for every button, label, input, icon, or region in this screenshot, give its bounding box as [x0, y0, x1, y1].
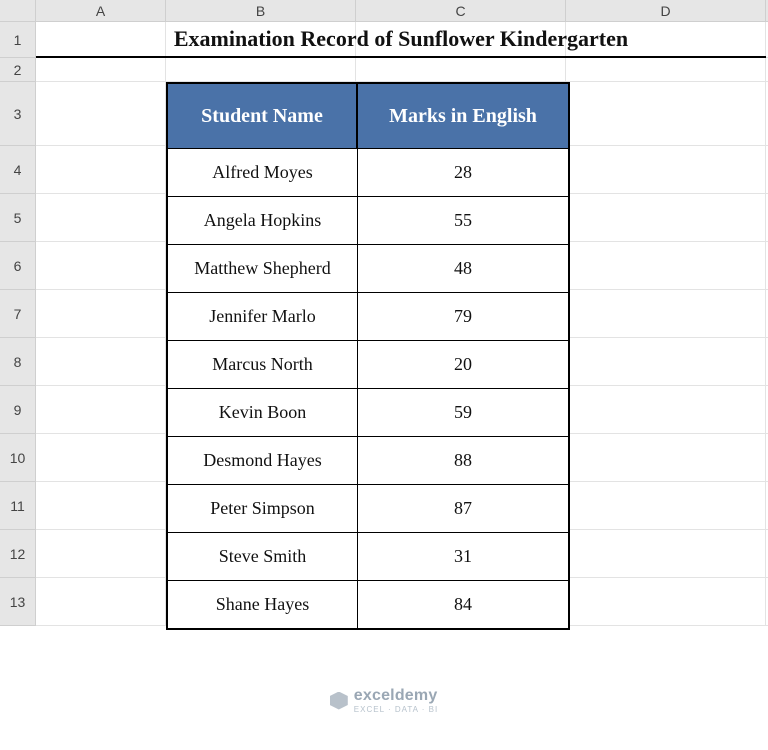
cell-student-name[interactable]: Shane Hayes: [168, 581, 358, 628]
table-row: Matthew Shepherd 48: [168, 244, 568, 292]
column-header-d[interactable]: D: [566, 0, 766, 21]
cell-student-name[interactable]: Steve Smith: [168, 533, 358, 580]
cell-marks[interactable]: 59: [358, 389, 568, 436]
cell-marks[interactable]: 48: [358, 245, 568, 292]
table-row: Kevin Boon 59: [168, 388, 568, 436]
cell-student-name[interactable]: Marcus North: [168, 341, 358, 388]
row-header-4[interactable]: 4: [0, 146, 35, 194]
table-row: Angela Hopkins 55: [168, 196, 568, 244]
table-row: Peter Simpson 87: [168, 484, 568, 532]
column-header-c[interactable]: C: [356, 0, 566, 21]
row-header-7[interactable]: 7: [0, 290, 35, 338]
cell-marks[interactable]: 20: [358, 341, 568, 388]
row-header-5[interactable]: 5: [0, 194, 35, 242]
row-header-3[interactable]: 3: [0, 82, 35, 146]
table-row: Desmond Hayes 88: [168, 436, 568, 484]
row-header-10[interactable]: 10: [0, 434, 35, 482]
row-header-11[interactable]: 11: [0, 482, 35, 530]
watermark-text: exceldemy EXCEL · DATA · BI: [354, 687, 438, 714]
cell-marks[interactable]: 79: [358, 293, 568, 340]
watermark: exceldemy EXCEL · DATA · BI: [0, 687, 768, 714]
cell-marks[interactable]: 87: [358, 485, 568, 532]
row-header-9[interactable]: 9: [0, 386, 35, 434]
table-row: Jennifer Marlo 79: [168, 292, 568, 340]
column-header-a[interactable]: A: [36, 0, 166, 21]
cell-student-name[interactable]: Alfred Moyes: [168, 149, 358, 196]
row-header-6[interactable]: 6: [0, 242, 35, 290]
column-headers: A B C D: [36, 0, 768, 22]
cell-marks[interactable]: 88: [358, 437, 568, 484]
cell-student-name[interactable]: Angela Hopkins: [168, 197, 358, 244]
table-row: Alfred Moyes 28: [168, 148, 568, 196]
cell-student-name[interactable]: Peter Simpson: [168, 485, 358, 532]
cell-student-name[interactable]: Desmond Hayes: [168, 437, 358, 484]
row-header-12[interactable]: 12: [0, 530, 35, 578]
watermark-tagline: EXCEL · DATA · BI: [354, 705, 438, 714]
table-row: Steve Smith 31: [168, 532, 568, 580]
cube-icon: [330, 692, 348, 710]
watermark-brand: exceldemy: [354, 687, 438, 704]
cell-marks[interactable]: 28: [358, 149, 568, 196]
column-header-b[interactable]: B: [166, 0, 356, 21]
select-all-corner[interactable]: [0, 0, 36, 22]
row-headers: 1 2 3 4 5 6 7 8 9 10 11 12 13: [0, 22, 36, 626]
cell-marks[interactable]: 84: [358, 581, 568, 628]
cell-student-name[interactable]: Matthew Shepherd: [168, 245, 358, 292]
row-header-2[interactable]: 2: [0, 58, 35, 82]
row-header-8[interactable]: 8: [0, 338, 35, 386]
cell-student-name[interactable]: Kevin Boon: [168, 389, 358, 436]
spreadsheet: A B C D 1 2 3 4 5 6 7 8 9 10 11 12 13 Ex…: [0, 0, 768, 750]
row-header-1[interactable]: 1: [0, 22, 35, 58]
row-header-13[interactable]: 13: [0, 578, 35, 626]
page-title[interactable]: Examination Record of Sunflower Kinderga…: [36, 22, 766, 58]
header-student-name[interactable]: Student Name: [168, 84, 358, 148]
table-header-row: Student Name Marks in English: [168, 84, 568, 148]
cell-marks[interactable]: 55: [358, 197, 568, 244]
header-marks-english[interactable]: Marks in English: [358, 84, 568, 148]
cell-student-name[interactable]: Jennifer Marlo: [168, 293, 358, 340]
grid-area[interactable]: Examination Record of Sunflower Kinderga…: [36, 22, 768, 750]
cell-marks[interactable]: 31: [358, 533, 568, 580]
data-table: Student Name Marks in English Alfred Moy…: [166, 82, 570, 630]
table-row: Shane Hayes 84: [168, 580, 568, 628]
table-row: Marcus North 20: [168, 340, 568, 388]
